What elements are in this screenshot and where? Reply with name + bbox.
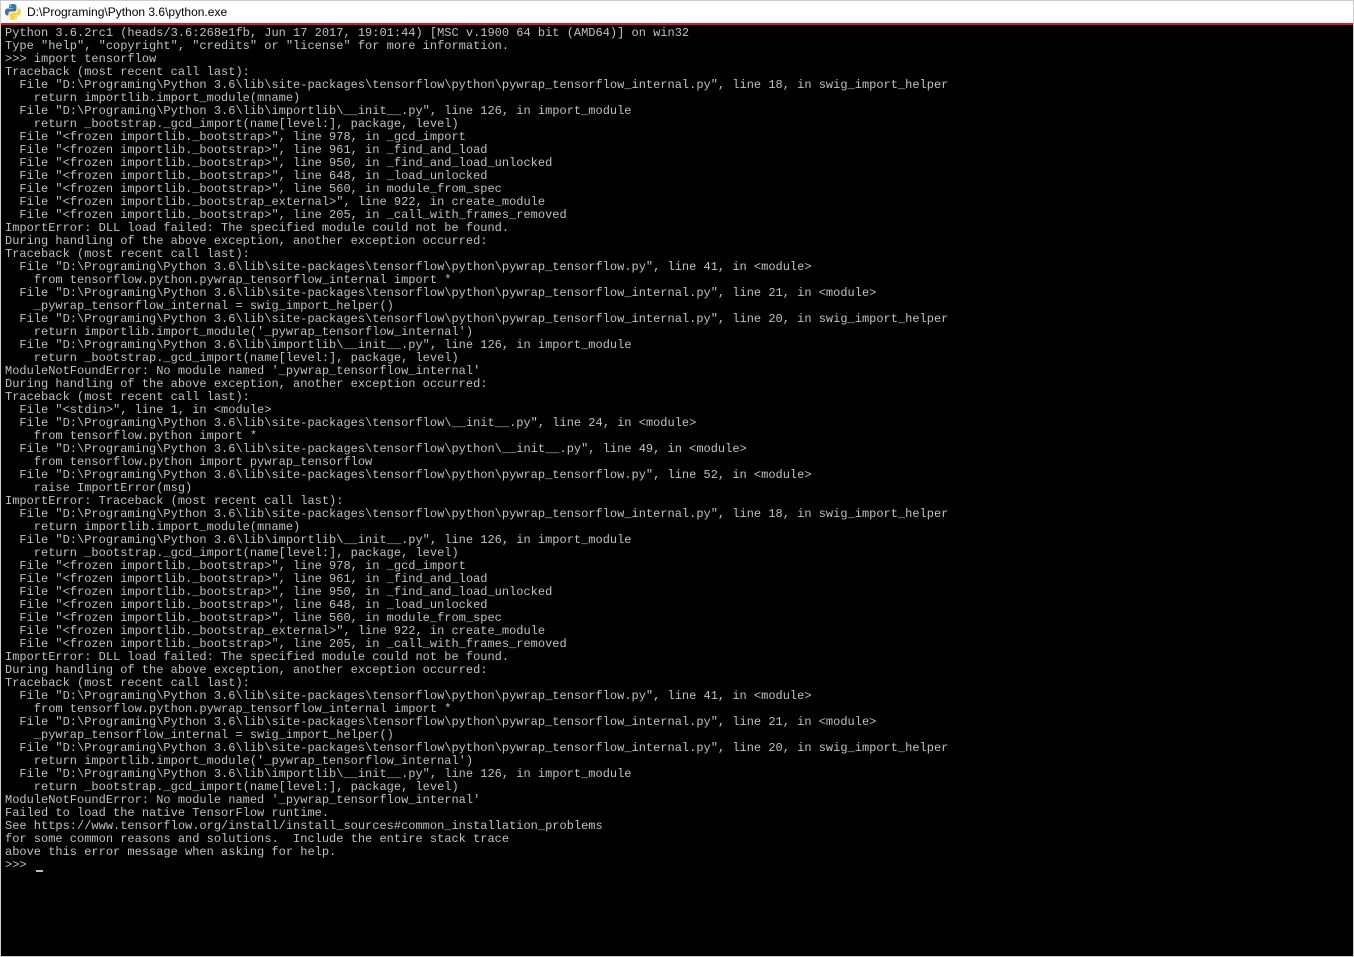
window-title: D:\Programing\Python 3.6\python.exe (27, 5, 1349, 19)
cursor (36, 870, 43, 872)
console-line: >>> (5, 859, 1349, 872)
console-line: above this error message when asking for… (5, 846, 1349, 859)
console-window: D:\Programing\Python 3.6\python.exe Pyth… (0, 0, 1354, 957)
console-output[interactable]: Python 3.6.2rc1 (heads/3.6:268e1fb, Jun … (1, 25, 1353, 956)
console-line: Type "help", "copyright", "credits" or "… (5, 40, 1349, 53)
python-icon (5, 4, 21, 20)
console-line: File "D:\Programing\Python 3.6\lib\site-… (5, 469, 1349, 482)
titlebar[interactable]: D:\Programing\Python 3.6\python.exe (1, 1, 1353, 25)
